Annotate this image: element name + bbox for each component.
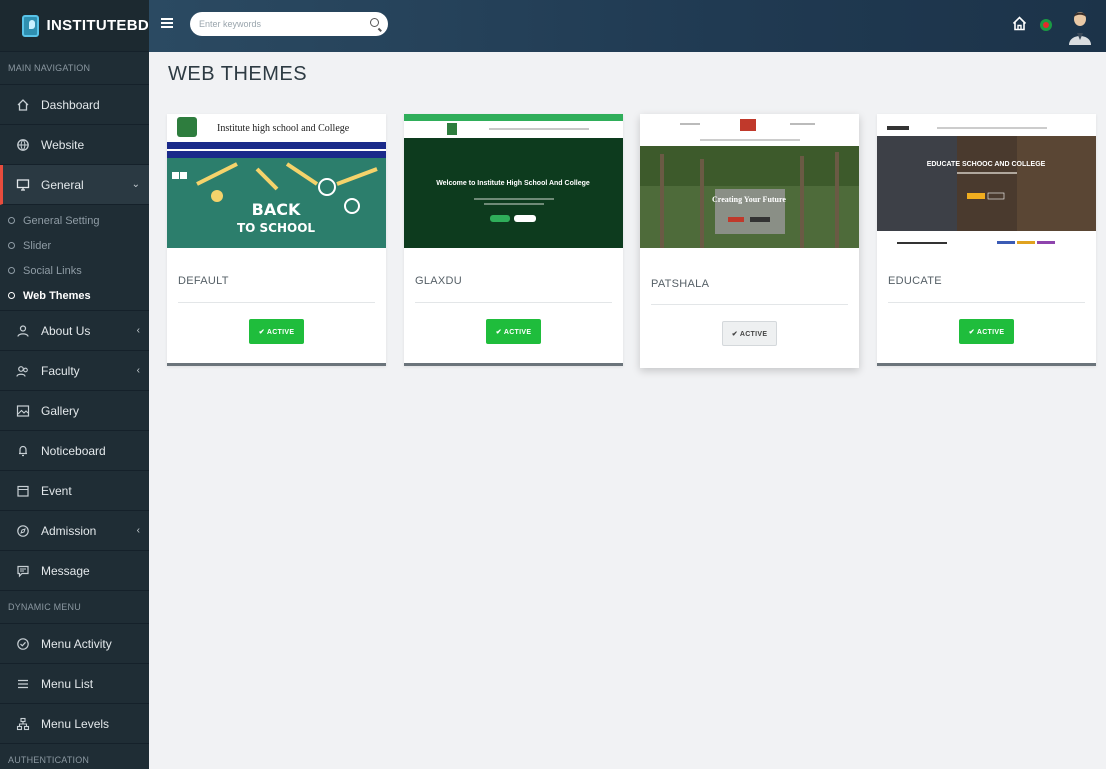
theme-preview-patshala[interactable]: Creating Your Future xyxy=(640,114,859,248)
section-header-auth: AUTHENTICATION xyxy=(0,744,149,769)
activate-button-educate[interactable]: ✔ ACTIVE xyxy=(959,319,1014,344)
brand[interactable]: INSTITUTEBD xyxy=(0,0,149,52)
sidebar-item-label: Menu Activity xyxy=(41,636,112,651)
list-icon xyxy=(16,677,30,691)
sidebar-item-label: Menu List xyxy=(41,676,94,691)
sidebar-item-label: Menu Levels xyxy=(41,716,110,731)
logo-icon xyxy=(22,14,39,37)
sidebar-item-label: Noticeboard xyxy=(41,443,106,458)
section-header-dynamic: DYNAMIC MENU xyxy=(0,591,149,624)
sidebar-item-label: Message xyxy=(41,563,90,578)
activate-button-patshala[interactable]: ✔ ACTIVE xyxy=(722,321,777,346)
theme-card-educate: EDUCATE SCHOOC AND COLLEGE EDUCATE ✔ ACT… xyxy=(877,114,1096,366)
theme-name: GLAXDU xyxy=(415,275,463,287)
sidebar-item-event[interactable]: Event xyxy=(0,471,149,511)
submenu-label: Web Themes xyxy=(23,289,91,302)
compass-icon xyxy=(16,524,30,538)
flag-icon[interactable] xyxy=(1040,19,1052,31)
sidebar-item-label: Gallery xyxy=(41,403,80,418)
preview-banner-line1: BACK xyxy=(252,200,301,219)
submenu-label: Slider xyxy=(23,239,52,252)
circle-icon xyxy=(8,267,15,274)
sidebar-item-message[interactable]: Message xyxy=(0,551,149,591)
page-title: WEB THEMES xyxy=(168,63,308,85)
circle-icon xyxy=(8,217,15,224)
sidebar-item-general[interactable]: General ⌄ xyxy=(0,165,149,205)
sidebar-item-menu-levels[interactable]: Menu Levels xyxy=(0,704,149,744)
globe-icon xyxy=(16,138,30,152)
theme-preview-glaxdu[interactable]: Welcome to Institute High School And Col… xyxy=(404,114,623,248)
activate-button-glaxdu[interactable]: ✔ ACTIVE xyxy=(486,319,541,344)
section-header-main: MAIN NAVIGATION xyxy=(0,52,149,85)
home-icon xyxy=(16,98,30,112)
theme-preview-educate[interactable]: EDUCATE SCHOOC AND COLLEGE xyxy=(877,114,1096,248)
theme-card-default: Institute high school and College BACK T… xyxy=(167,114,386,366)
hamburger-menu-icon[interactable] xyxy=(161,18,173,28)
sidebar-item-label: Website xyxy=(41,137,85,152)
topbar xyxy=(149,0,1106,52)
sidebar-item-dashboard[interactable]: Dashboard xyxy=(0,85,149,125)
sidebar-item-menu-list[interactable]: Menu List xyxy=(0,664,149,704)
divider xyxy=(415,302,612,303)
user-group-icon xyxy=(16,364,30,378)
sidebar-item-label: Admission xyxy=(41,523,97,538)
home-icon[interactable] xyxy=(1011,15,1028,32)
theme-card-patshala: Creating Your Future PATSHALA ✔ ACTIVE xyxy=(640,114,859,368)
message-icon xyxy=(16,564,30,578)
submenu-item-slider[interactable]: Slider xyxy=(0,233,149,258)
theme-name: EDUCATE xyxy=(888,275,942,287)
sidebar-item-gallery[interactable]: Gallery xyxy=(0,391,149,431)
calendar-icon xyxy=(16,484,30,498)
sidebar: INSTITUTEBD MAIN NAVIGATION Dashboard We… xyxy=(0,0,149,769)
chevron-down-icon: ⌄ xyxy=(131,179,140,190)
general-submenu: General Setting Slider Social Links Web … xyxy=(0,205,149,311)
sidebar-item-faculty[interactable]: Faculty ‹ xyxy=(0,351,149,391)
divider xyxy=(888,302,1085,303)
sitemap-icon xyxy=(16,717,30,731)
search-box xyxy=(190,12,388,36)
brand-name: INSTITUTEBD xyxy=(46,17,149,34)
check-circle-icon xyxy=(16,637,30,651)
sidebar-item-label: Faculty xyxy=(41,363,80,378)
divider xyxy=(651,304,848,305)
chevron-left-icon: ‹ xyxy=(136,325,140,336)
submenu-label: General Setting xyxy=(23,214,100,227)
sidebar-item-website[interactable]: Website xyxy=(0,125,149,165)
preview-heading: EDUCATE SCHOOC AND COLLEGE xyxy=(927,161,1046,168)
sidebar-item-label: Event xyxy=(41,483,72,498)
preview-banner-line2: TO SCHOOL xyxy=(237,221,315,235)
sidebar-item-label: About Us xyxy=(41,323,91,338)
submenu-label: Social Links xyxy=(23,264,82,277)
sidebar-item-about-us[interactable]: About Us ‹ xyxy=(0,311,149,351)
monitor-icon xyxy=(16,178,30,192)
submenu-item-general-setting[interactable]: General Setting xyxy=(0,208,149,233)
submenu-item-web-themes[interactable]: Web Themes xyxy=(0,283,149,308)
theme-name: PATSHALA xyxy=(651,278,710,290)
users-icon xyxy=(16,324,30,338)
search-input[interactable] xyxy=(190,12,355,36)
sidebar-item-menu-activity[interactable]: Menu Activity xyxy=(0,624,149,664)
circle-icon xyxy=(8,242,15,249)
preview-header-title: Institute high school and College xyxy=(217,123,350,134)
image-icon xyxy=(16,404,30,418)
sidebar-item-admission[interactable]: Admission ‹ xyxy=(0,511,149,551)
theme-name: DEFAULT xyxy=(178,275,229,287)
sidebar-item-noticeboard[interactable]: Noticeboard xyxy=(0,431,149,471)
divider xyxy=(178,302,375,303)
bell-icon xyxy=(16,444,30,458)
chevron-left-icon: ‹ xyxy=(136,525,140,536)
preview-heading: Welcome to Institute High School And Col… xyxy=(436,180,590,187)
chevron-left-icon: ‹ xyxy=(136,365,140,376)
activate-button-default[interactable]: ✔ ACTIVE xyxy=(249,319,304,344)
circle-icon xyxy=(8,292,15,299)
theme-preview-default[interactable]: Institute high school and College BACK T… xyxy=(167,114,386,248)
submenu-item-social-links[interactable]: Social Links xyxy=(0,258,149,283)
sidebar-item-label: General xyxy=(41,177,84,192)
search-icon[interactable] xyxy=(370,18,379,27)
preview-heading: Creating Your Future xyxy=(712,195,786,204)
theme-card-glaxdu: Welcome to Institute High School And Col… xyxy=(404,114,623,366)
sidebar-item-label: Dashboard xyxy=(41,97,100,112)
avatar[interactable] xyxy=(1068,9,1092,45)
